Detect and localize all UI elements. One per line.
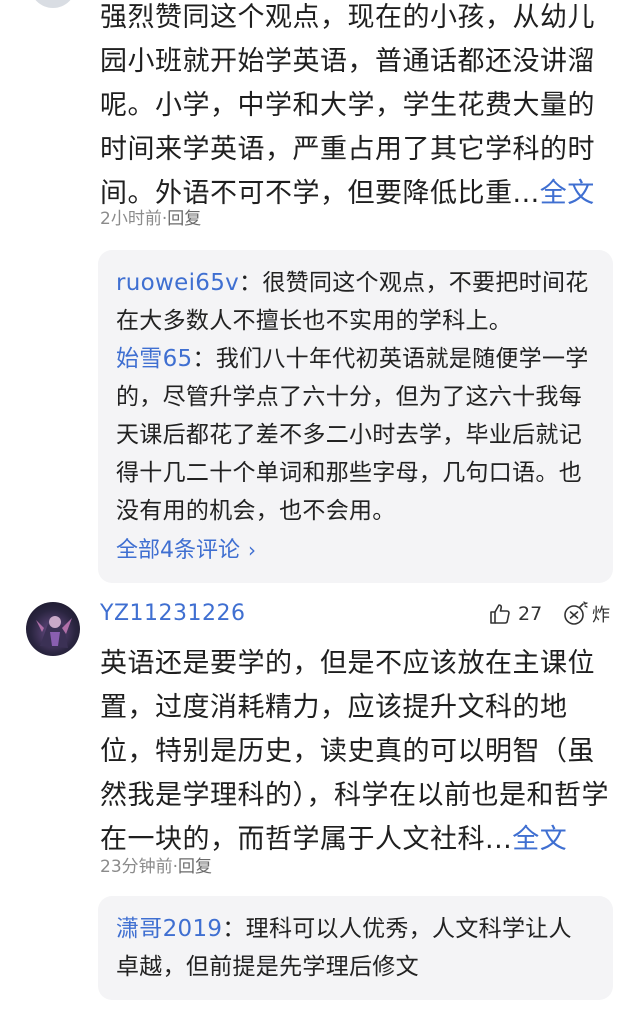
- bomb-icon: [564, 601, 588, 625]
- thumbs-up-icon: [490, 604, 510, 624]
- reply-item: ruowei65v：很赞同这个观点，不要把时间花在大多数人不擅长也不实用的学科上…: [116, 270, 589, 334]
- timestamp: 2小时前: [100, 209, 162, 229]
- full-text-link[interactable]: 全文: [512, 824, 567, 855]
- like-count: 27: [518, 603, 543, 625]
- replies-box: ruowei65v：很赞同这个观点，不要把时间花在大多数人不擅长也不实用的学科上…: [98, 250, 613, 583]
- chevron-right-icon: ›: [248, 538, 256, 562]
- reply-username[interactable]: 潇哥2019: [116, 916, 222, 942]
- reply-username[interactable]: ruowei65v: [116, 270, 239, 296]
- reply-button[interactable]: 回复: [178, 857, 212, 877]
- comment-meta: 23分钟前·回复: [100, 852, 212, 877]
- avatar[interactable]: [30, 0, 76, 8]
- comment-text: 强烈赞同这个观点，现在的小孩，从幼儿园小班就开始学英语，普通话都还没讲溜呢。小学…: [100, 2, 595, 209]
- bomb-button[interactable]: 炸: [562, 598, 610, 630]
- bomb-label: 炸: [592, 605, 610, 626]
- reply-item: 潇哥2019：理科可以人优秀，人文科学让人卓越，但前提是先学理后修文: [116, 916, 572, 980]
- reply-button[interactable]: 回复: [167, 209, 201, 229]
- reply-text: 我们八十年代初英语就是随便学一学的，尽管升学点了六十分，但为了这六十我每天课后都…: [116, 346, 589, 524]
- reply-item: 始雪65：我们八十年代初英语就是随便学一学的，尽管升学点了六十分，但为了这六十我…: [116, 346, 589, 524]
- timestamp: 23分钟前: [100, 857, 173, 877]
- avatar-image: [36, 616, 72, 648]
- all-comments-link[interactable]: 全部4条评论 ›: [116, 532, 595, 569]
- replies-box: 潇哥2019：理科可以人优秀，人文科学让人卓越，但前提是先学理后修文: [98, 896, 613, 1000]
- full-text-link[interactable]: 全文: [540, 178, 595, 209]
- comment-text: 英语还是要学的，但是不应该放在主课位置，过度消耗精力，应该提升文科的地位，特别是…: [100, 648, 609, 855]
- like-button[interactable]: 27: [488, 598, 542, 630]
- username[interactable]: YZ11231226: [100, 598, 246, 630]
- avatar[interactable]: [26, 602, 80, 656]
- reply-username[interactable]: 始雪65: [116, 346, 192, 372]
- comment-meta: 2小时前·回复: [100, 204, 201, 229]
